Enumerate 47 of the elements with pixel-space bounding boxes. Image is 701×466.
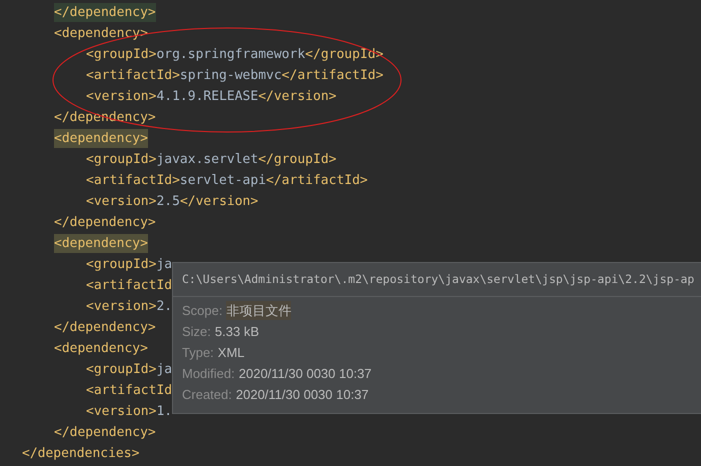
info-value: XML bbox=[218, 344, 245, 362]
closing-tag: </groupId> bbox=[258, 150, 336, 170]
opening-tag: <artifactId bbox=[86, 380, 172, 400]
tag-value: 2. bbox=[156, 298, 172, 316]
closing-tag: </version> bbox=[258, 86, 336, 106]
tag-value: spring-webmvc bbox=[180, 66, 282, 85]
tag-value: 1. bbox=[156, 402, 172, 421]
opening-tag: <groupId> bbox=[86, 150, 156, 170]
info-label: Modified: bbox=[182, 364, 235, 383]
tag-value: 4.1.9.RELEASE bbox=[156, 88, 258, 106]
opening-tag: <artifactId bbox=[86, 276, 172, 296]
info-value: 5.33 kB bbox=[214, 322, 259, 341]
opening-tag: <artifactId> bbox=[86, 170, 180, 190]
file-path: C:\Users\Administrator\.m2\repository\javax\servlet\jsp\jsp-api\2.2\jsp-ap bbox=[173, 263, 701, 297]
tag-value: servlet-api bbox=[180, 172, 266, 190]
tag-value: 2.5 bbox=[156, 192, 180, 211]
info-value: 2020/11/30 0030 10:37 bbox=[238, 364, 372, 383]
tag-value: org.springframework bbox=[156, 46, 306, 64]
opening-tag: <dependency> bbox=[54, 234, 148, 254]
closing-tag: </dependency> bbox=[54, 422, 156, 442]
info-label: Size: bbox=[182, 322, 211, 341]
info-label: Created: bbox=[182, 386, 232, 404]
closing-tag: </dependencies> bbox=[22, 444, 140, 464]
opening-tag: <dependency> bbox=[54, 128, 148, 148]
opening-tag: <version> bbox=[86, 402, 156, 422]
opening-tag: <dependency> bbox=[54, 24, 148, 44]
opening-tag: <groupId> bbox=[86, 254, 156, 274]
info-value: 2020/11/30 0030 10:37 bbox=[236, 386, 369, 404]
closing-tag: </version> bbox=[180, 192, 258, 212]
tag-value: javax.servlet bbox=[156, 150, 258, 169]
info-label: Scope: bbox=[182, 302, 222, 320]
closing-tag: </dependency> bbox=[54, 2, 156, 22]
opening-tag: <groupId> bbox=[86, 44, 156, 64]
opening-tag: <artifactId> bbox=[86, 66, 180, 86]
closing-tag: </dependency> bbox=[54, 318, 156, 338]
closing-tag: </dependency> bbox=[54, 212, 156, 232]
info-label: Type: bbox=[182, 344, 214, 362]
tag-value: ja bbox=[156, 360, 172, 379]
opening-tag: <version> bbox=[86, 296, 156, 316]
info-value: 非项目文件 bbox=[226, 300, 292, 320]
opening-tag: <dependency> bbox=[54, 338, 148, 358]
opening-tag: <version> bbox=[86, 192, 156, 212]
closing-tag: </artifactId> bbox=[266, 170, 368, 190]
opening-tag: <version> bbox=[86, 86, 156, 106]
closing-tag: </artifactId> bbox=[282, 66, 384, 86]
tag-value: ja bbox=[156, 256, 172, 274]
opening-tag: <groupId> bbox=[86, 360, 156, 380]
